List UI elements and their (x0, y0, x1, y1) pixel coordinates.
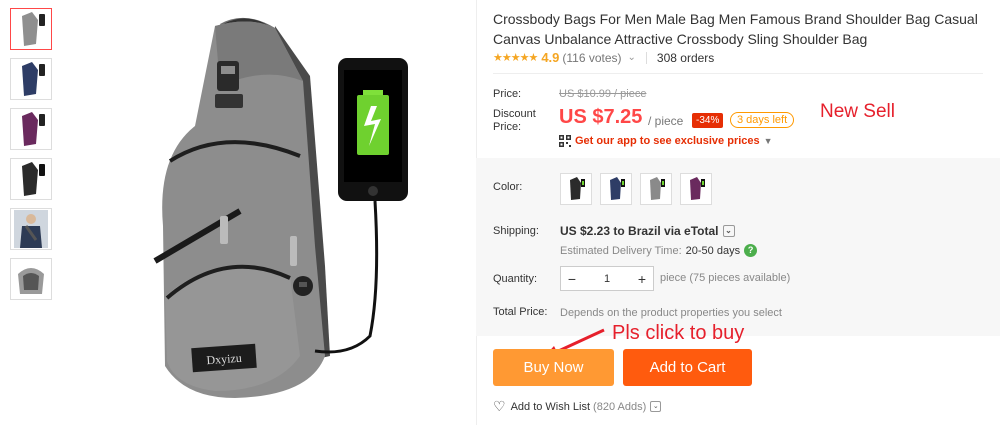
product-title: Crossbody Bags For Men Male Bag Men Famo… (493, 11, 978, 47)
thumbnail-navy[interactable] (10, 58, 52, 100)
wishlist-count: (820 Adds) (593, 400, 647, 413)
stock-available: piece (75 pieces available) (660, 272, 791, 284)
quantity-label: Quantity: (493, 273, 538, 285)
chevron-down-icon[interactable]: ⌄ (650, 401, 662, 412)
thumbnail-interior[interactable] (10, 258, 52, 300)
separator (645, 51, 647, 64)
discount-price-label: Discount Price: (493, 108, 536, 133)
wishlist-link[interactable]: ♡ Add to Wish List (820 Adds) ⌄ (493, 398, 662, 415)
increase-button[interactable]: + (631, 271, 653, 287)
order-count: 308 orders (656, 50, 715, 65)
app-promo-link[interactable]: Get our app to see exclusive prices ▼ (559, 135, 773, 147)
original-price: US $10.99 / piece (559, 88, 647, 100)
rating-value: 4.9 (541, 50, 560, 65)
thumbnail-list (10, 8, 52, 308)
swatch-black[interactable] (560, 173, 592, 205)
decrease-button[interactable]: − (561, 271, 583, 287)
thumbnail-gray-charging[interactable] (10, 8, 52, 50)
per-piece-unit: / piece (648, 114, 684, 128)
wishlist-label: Add to Wish List (510, 400, 591, 413)
quantity-stepper: − + (560, 266, 654, 291)
star-rating-icon: ★★★★★ (493, 52, 538, 64)
qr-code-icon (559, 135, 571, 147)
shipping-label: Shipping: (493, 225, 539, 237)
color-swatches (560, 173, 712, 205)
total-price-label: Total Price: (493, 306, 548, 318)
chevron-down-icon[interactable]: ⌄ (628, 52, 636, 63)
rating-row: ★★★★★ 4.9 (116 votes) ⌄ 308 orders (493, 50, 714, 65)
swatch-navy[interactable] (600, 173, 632, 205)
price-label: Price: (493, 88, 522, 100)
vote-count[interactable]: (116 votes) (562, 51, 621, 65)
caret-down-icon: ▼ (763, 136, 773, 146)
help-icon[interactable]: ? (744, 244, 758, 257)
main-product-image: Dxyizu (153, 17, 408, 398)
estimate-label: Estimated Delivery Time: (560, 244, 682, 257)
shipping-text: US $2.23 to Brazil via eTotal (560, 224, 719, 238)
total-price-hint: Depends on the product properties you se… (560, 307, 782, 319)
heart-icon: ♡ (493, 398, 506, 414)
discount-percent-badge: -34% (692, 113, 724, 128)
shipping-value[interactable]: US $2.23 to Brazil via eTotal ⌄ (560, 224, 735, 238)
delivery-estimate: Estimated Delivery Time: 20-50 days ? (560, 244, 758, 257)
color-label: Color: (493, 181, 523, 193)
thumbnail-black[interactable] (10, 158, 52, 200)
estimate-days: 20-50 days (685, 244, 741, 257)
thumbnail-purple[interactable] (10, 108, 52, 150)
quantity-input[interactable] (583, 272, 631, 285)
buy-now-button[interactable]: Buy Now (493, 349, 614, 386)
annotation-click-to-buy: Pls click to buy (612, 322, 745, 344)
app-promo-text: Get our app to see exclusive prices (575, 135, 760, 147)
add-to-cart-button[interactable]: Add to Cart (623, 349, 752, 386)
swatch-gray[interactable] (640, 173, 672, 205)
brand-label: Dxyizu (206, 351, 242, 367)
annotation-new-sell: New Sell (820, 101, 895, 122)
swatch-purple[interactable] (680, 173, 712, 205)
chevron-down-icon[interactable]: ⌄ (722, 225, 735, 237)
discount-price: US $7.25 (559, 106, 643, 128)
thumbnail-model[interactable] (10, 208, 52, 250)
divider (493, 73, 983, 74)
days-left-badge: 3 days left (730, 112, 795, 128)
